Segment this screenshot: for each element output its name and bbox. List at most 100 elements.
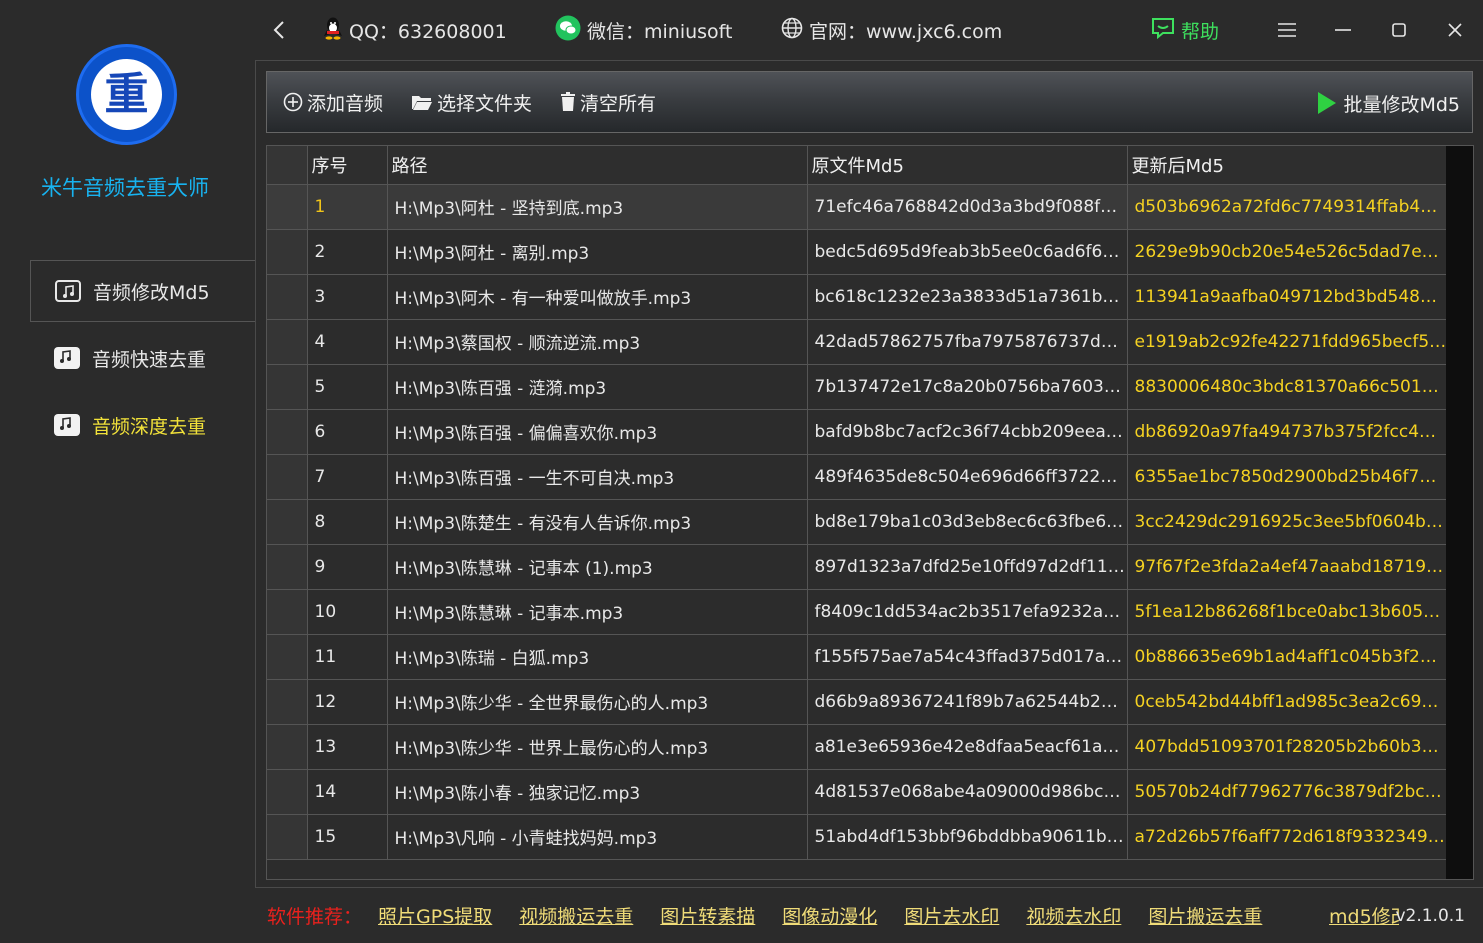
- trash-icon: [561, 92, 576, 111]
- sidebar-item-label: 音频深度去重: [92, 415, 207, 438]
- help-button[interactable]: 帮助: [1151, 14, 1219, 46]
- table-row[interactable]: 4 H:\Mp3\蔡国权 - 顺流逆流.mp3 42dad57862757fba79…: [267, 319, 1448, 365]
- row-header: [267, 229, 308, 275]
- link-image-sketch[interactable]: 图片转素描: [660, 902, 755, 929]
- minimize-icon: [1335, 29, 1351, 31]
- cell-index: 15: [307, 814, 388, 860]
- link-image-watermark[interactable]: 图片去水印: [904, 902, 999, 929]
- sidebar-item-quick-dedupe[interactable]: 音频快速去重: [30, 329, 255, 387]
- minimize-button[interactable]: [1323, 14, 1363, 46]
- column-header-original-md5[interactable]: 原文件Md5: [807, 146, 1128, 185]
- website-text: 官网：www.jxc6.com: [809, 20, 1003, 43]
- cell-index: 14: [307, 769, 388, 815]
- table-row[interactable]: 14 H:\Mp3\陈小春 - 独家记忆.mp3 4d81537e068abe4a0…: [267, 769, 1448, 815]
- table-row[interactable]: 11 H:\Mp3\陈瑞 - 白狐.mp3 f155f575ae7a54c43ffa…: [267, 634, 1448, 680]
- cell-path: H:\Mp3\蔡国权 - 顺流逆流.mp3: [387, 319, 808, 365]
- cell-original-md5: 4d81537e068abe4a09000d986bc0d...: [807, 769, 1128, 815]
- link-md5-modify[interactable]: md5修改: [1329, 902, 1399, 929]
- sidebar-item-md5[interactable]: 音频修改Md5: [30, 260, 256, 322]
- column-header-index[interactable]: 序号: [307, 146, 388, 185]
- cell-path: H:\Mp3\陈慧琳 - 记事本 (1).mp3: [387, 544, 808, 590]
- row-header: [267, 274, 308, 320]
- version-label: v2.1.0.1: [1395, 905, 1465, 926]
- website-link[interactable]: 官网：www.jxc6.com: [781, 14, 1002, 46]
- folder-open-icon: [412, 96, 433, 110]
- music-note-icon: [54, 414, 80, 436]
- cell-index: 13: [307, 724, 388, 770]
- globe-icon: [781, 17, 803, 44]
- file-table[interactable]: 序号 路径 原文件Md5 更新后Md5 1 H:\Mp3\阿杜 - 坚持到底.mp…: [266, 145, 1474, 880]
- cell-path: H:\Mp3\凡响 - 小青蛙找妈妈.mp3: [387, 814, 808, 860]
- cell-path: H:\Mp3\阿杜 - 离别.mp3: [387, 229, 808, 275]
- cell-updated-md5: d503b6962a72fd6c7749314ffab4dc...: [1127, 184, 1448, 230]
- row-header: [267, 454, 308, 500]
- table-row[interactable]: 1 H:\Mp3\阿杜 - 坚持到底.mp3 71efc46a768842d0d3a…: [267, 184, 1448, 230]
- cell-original-md5: 42dad57862757fba7975876737d06...: [807, 319, 1128, 365]
- row-header: [267, 499, 308, 545]
- table-row[interactable]: 5 H:\Mp3\陈百强 - 涟漪.mp3 7b137472e17c8a20b075…: [267, 364, 1448, 410]
- help-chat-icon: [1151, 16, 1175, 45]
- footer: 软件推荐： 照片GPS提取 视频搬运去重 图片转素描 图像动漫化 图片去水印 视…: [255, 888, 1483, 943]
- add-audio-label: 添加音频: [307, 92, 384, 115]
- cell-original-md5: 7b137472e17c8a20b0756ba760302...: [807, 364, 1128, 410]
- sidebar-item-deep-dedupe[interactable]: 音频深度去重: [30, 396, 255, 454]
- cell-index: 12: [307, 679, 388, 725]
- cell-original-md5: f8409c1dd534ac2b3517efa9232a9c...: [807, 589, 1128, 635]
- menu-button[interactable]: [1267, 14, 1307, 46]
- app-name: 米牛音频去重大师: [41, 176, 209, 200]
- cell-index: 10: [307, 589, 388, 635]
- add-audio-button[interactable]: 添加音频: [267, 82, 395, 122]
- cell-original-md5: 51abd4df153bbf96bddbba90611b6...: [807, 814, 1128, 860]
- table-row[interactable]: 10 H:\Mp3\陈慧琳 - 记事本.mp3 f8409c1dd534ac2b35…: [267, 589, 1448, 635]
- plus-circle-icon: [283, 92, 303, 112]
- row-header: [267, 544, 308, 590]
- table-row[interactable]: 3 H:\Mp3\阿木 - 有一种爱叫做放手.mp3 bc618c1232e23a3…: [267, 274, 1448, 320]
- cell-original-md5: d66b9a89367241f89b7a62544b259...: [807, 679, 1128, 725]
- cell-original-md5: bc618c1232e23a3833d51a7361bae...: [807, 274, 1128, 320]
- cell-path: H:\Mp3\陈百强 - 一生不可自决.mp3: [387, 454, 808, 500]
- cell-path: H:\Mp3\陈小春 - 独家记忆.mp3: [387, 769, 808, 815]
- close-button[interactable]: [1435, 14, 1475, 46]
- column-header-updated-md5[interactable]: 更新后Md5: [1127, 146, 1448, 185]
- batch-modify-md5-button[interactable]: 批量修改Md5: [1317, 83, 1460, 123]
- table-row[interactable]: 2 H:\Mp3\阿杜 - 离别.mp3 bedc5d695d9feab3b5ee0…: [267, 229, 1448, 275]
- close-icon: [1448, 23, 1462, 37]
- cell-original-md5: bd8e179ba1c03d3eb8ec6c63fbe6ae...: [807, 499, 1128, 545]
- music-note-icon: [55, 280, 81, 302]
- row-header-corner: [267, 146, 308, 185]
- row-header: [267, 364, 308, 410]
- table-row[interactable]: 6 H:\Mp3\陈百强 - 偏偏喜欢你.mp3 bafd9b8bc7acf2c36…: [267, 409, 1448, 455]
- cell-updated-md5: 6355ae1bc7850d2900bd25b46f722...: [1127, 454, 1448, 500]
- cell-path: H:\Mp3\陈百强 - 涟漪.mp3: [387, 364, 808, 410]
- row-header: [267, 634, 308, 680]
- column-header-path[interactable]: 路径: [387, 146, 808, 185]
- table-row[interactable]: 8 H:\Mp3\陈楚生 - 有没有人告诉你.mp3 bd8e179ba1c03d3…: [267, 499, 1448, 545]
- link-image-anime[interactable]: 图像动漫化: [782, 902, 877, 929]
- row-header: [267, 589, 308, 635]
- link-video-dedupe[interactable]: 视频搬运去重: [519, 902, 633, 929]
- maximize-button[interactable]: [1379, 14, 1419, 46]
- clear-all-button[interactable]: 清空所有: [544, 82, 668, 122]
- table-row[interactable]: 15 H:\Mp3\凡响 - 小青蛙找妈妈.mp3 51abd4df153bbf96…: [267, 814, 1448, 860]
- vertical-scrollbar[interactable]: [1446, 146, 1473, 879]
- cell-path: H:\Mp3\阿木 - 有一种爱叫做放手.mp3: [387, 274, 808, 320]
- link-video-watermark[interactable]: 视频去水印: [1026, 902, 1121, 929]
- table-row[interactable]: 9 H:\Mp3\陈慧琳 - 记事本 (1).mp3 897d1323a7dfd25…: [267, 544, 1448, 590]
- table-row[interactable]: 12 H:\Mp3\陈少华 - 全世界最伤心的人.mp3 d66b9a8936724…: [267, 679, 1448, 725]
- link-photo-gps[interactable]: 照片GPS提取: [378, 902, 492, 929]
- back-button[interactable]: [267, 14, 291, 46]
- cell-updated-md5: 113941a9aafba049712bd3bd54868...: [1127, 274, 1448, 320]
- cell-index: 6: [307, 409, 388, 455]
- link-image-dedupe[interactable]: 图片搬运去重: [1148, 902, 1262, 929]
- table-row[interactable]: 13 H:\Mp3\陈少华 - 世界上最伤心的人.mp3 a81e3e65936e4…: [267, 724, 1448, 770]
- cell-path: H:\Mp3\陈少华 - 全世界最伤心的人.mp3: [387, 679, 808, 725]
- row-header: [267, 724, 308, 770]
- table-row[interactable]: 7 H:\Mp3\陈百强 - 一生不可自决.mp3 489f4635de8c504e…: [267, 454, 1448, 500]
- select-folder-button[interactable]: 选择文件夹: [395, 82, 544, 122]
- cell-path: H:\Mp3\陈慧琳 - 记事本.mp3: [387, 589, 808, 635]
- row-header: [267, 814, 308, 860]
- sidebar-item-label: 音频修改Md5: [93, 281, 210, 304]
- cell-updated-md5: 407bdd51093701f28205b2b60b32...: [1127, 724, 1448, 770]
- sidebar: 重 米牛音频去重大师 音频修改Md5 音频快速去重 音频深度去重: [0, 0, 256, 943]
- cell-path: H:\Mp3\陈百强 - 偏偏喜欢你.mp3: [387, 409, 808, 455]
